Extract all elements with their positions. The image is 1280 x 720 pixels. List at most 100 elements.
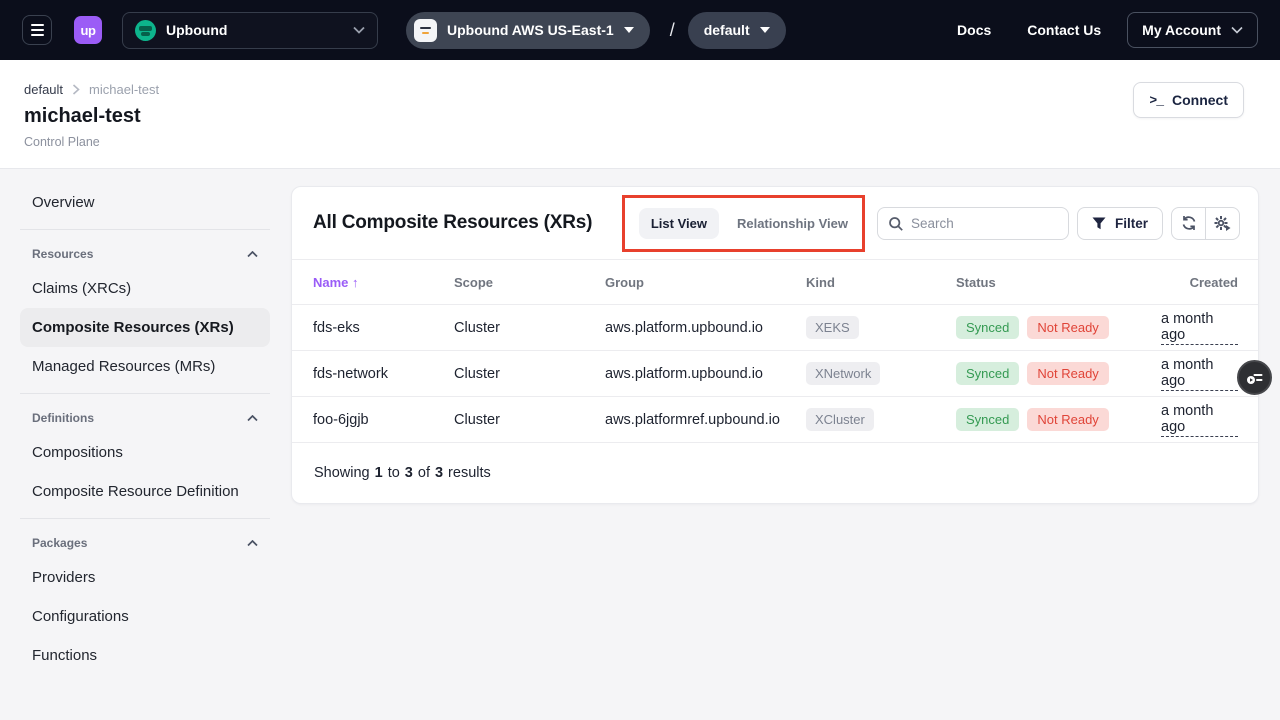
status-badge-not-ready: Not Ready [1027, 316, 1108, 339]
section-title: Definitions [32, 411, 94, 425]
table-row[interactable]: foo-6jgjb Cluster aws.platformref.upboun… [292, 397, 1258, 443]
breadcrumb-group[interactable]: default [24, 82, 63, 97]
created-timestamp[interactable]: a month ago [1161, 357, 1238, 391]
search-box [877, 207, 1069, 240]
sidebar: Overview Resources Claims (XRCs) Composi… [0, 169, 291, 720]
auto-refresh-settings-button[interactable] [1206, 208, 1239, 239]
page-title: michael-test [24, 105, 1280, 128]
sidebar-item-configurations[interactable]: Configurations [20, 597, 270, 636]
status-badge-not-ready: Not Ready [1027, 408, 1108, 431]
main-content: All Composite Resources (XRs) List View … [291, 169, 1280, 720]
divider [20, 518, 270, 519]
breadcrumb-controlplane: michael-test [89, 82, 159, 97]
hamburger-menu-button[interactable] [22, 15, 52, 45]
created-timestamp[interactable]: a month ago [1161, 403, 1238, 437]
column-header-scope[interactable]: Scope [454, 275, 605, 290]
sidebar-section-packages[interactable]: Packages [20, 526, 270, 558]
caret-down-icon [760, 27, 770, 33]
my-account-button[interactable]: My Account [1127, 12, 1258, 48]
column-header-group[interactable]: Group [605, 275, 806, 290]
cell-group: aws.platformref.upbound.io [605, 412, 806, 428]
cell-name[interactable]: foo-6jgjb [313, 412, 454, 428]
control-plane-selector[interactable]: Upbound AWS US-East-1 [406, 12, 650, 49]
annotation-box-view-toggle: List View Relationship View [622, 195, 865, 252]
chevron-up-icon [247, 251, 258, 258]
sidebar-item-claims[interactable]: Claims (XRCs) [20, 269, 270, 308]
column-header-status[interactable]: Status [956, 275, 1161, 290]
section-title: Packages [32, 536, 87, 550]
cell-scope: Cluster [454, 412, 605, 428]
results-to: 3 [405, 465, 413, 481]
results-total: 3 [435, 465, 443, 481]
filter-funnel-icon [1092, 217, 1106, 230]
cell-group: aws.platform.upbound.io [605, 320, 806, 336]
divider [20, 229, 270, 230]
refresh-button[interactable] [1172, 208, 1205, 239]
card-title: All Composite Resources (XRs) [313, 212, 592, 234]
sidebar-item-composite-resource-definition[interactable]: Composite Resource Definition [20, 472, 270, 511]
my-account-label: My Account [1142, 22, 1221, 38]
caret-down-icon [624, 27, 634, 33]
tab-relationship-view[interactable]: Relationship View [737, 208, 848, 239]
sidebar-item-managed-resources[interactable]: Managed Resources (MRs) [20, 347, 270, 386]
sidebar-section-resources[interactable]: Resources [20, 237, 270, 269]
column-header-kind[interactable]: Kind [806, 275, 956, 290]
filter-button[interactable]: Filter [1077, 207, 1163, 240]
feedback-widget-button[interactable] [1237, 360, 1272, 395]
kind-badge: XNetwork [806, 362, 880, 385]
organization-icon [135, 20, 156, 41]
hamburger-icon [31, 24, 44, 26]
gear-play-icon [1214, 215, 1231, 231]
chevron-right-icon [72, 84, 80, 95]
docs-link[interactable]: Docs [957, 22, 991, 38]
table-header-row: Name ↑ Scope Group Kind Status Created [292, 259, 1258, 305]
group-name: default [704, 22, 750, 38]
refresh-icon [1181, 215, 1197, 231]
sidebar-item-compositions[interactable]: Compositions [20, 433, 270, 472]
status-badge-synced: Synced [956, 362, 1019, 385]
connect-button[interactable]: >_ Connect [1133, 82, 1244, 118]
kind-badge: XCluster [806, 408, 874, 431]
terminal-icon: >_ [1149, 93, 1163, 108]
column-header-name[interactable]: Name ↑ [313, 275, 454, 290]
search-input[interactable] [878, 208, 1068, 239]
organization-selector[interactable]: Upbound [122, 12, 378, 49]
section-title: Resources [32, 247, 93, 261]
breadcrumb: default michael-test [24, 82, 1280, 97]
chevron-up-icon [247, 415, 258, 422]
cell-scope: Cluster [454, 366, 605, 382]
chevron-down-icon [1231, 26, 1243, 34]
table-actions [1171, 207, 1240, 240]
sidebar-item-composite-resources[interactable]: Composite Resources (XRs) [20, 308, 270, 347]
top-navigation-bar: up Upbound Upbound AWS US-East-1 / defau… [0, 0, 1280, 60]
cell-name[interactable]: fds-eks [313, 320, 454, 336]
table-row[interactable]: fds-network Cluster aws.platform.upbound… [292, 351, 1258, 397]
connect-label: Connect [1172, 92, 1228, 108]
tab-list-view[interactable]: List View [639, 208, 719, 239]
sidebar-item-functions[interactable]: Functions [20, 636, 270, 675]
page-subtitle: Control Plane [24, 135, 1280, 149]
table-row[interactable]: fds-eks Cluster aws.platform.upbound.io … [292, 305, 1258, 351]
page-body: Overview Resources Claims (XRCs) Composi… [0, 169, 1280, 720]
group-selector[interactable]: default [688, 12, 786, 49]
upbound-logo[interactable]: up [74, 16, 102, 44]
results-summary: Showing 1 to 3 of 3 results [292, 443, 1258, 503]
page-header: default michael-test michael-test Contro… [0, 60, 1280, 169]
divider [20, 393, 270, 394]
kind-badge: XEKS [806, 316, 859, 339]
cell-name[interactable]: fds-network [313, 366, 454, 382]
search-icon [888, 216, 904, 232]
filter-label: Filter [1115, 216, 1148, 231]
sidebar-item-providers[interactable]: Providers [20, 558, 270, 597]
sidebar-item-overview[interactable]: Overview [20, 183, 270, 222]
organization-name: Upbound [166, 22, 343, 38]
cell-group: aws.platform.upbound.io [605, 366, 806, 382]
record-list-icon [1246, 371, 1264, 385]
created-timestamp[interactable]: a month ago [1161, 311, 1238, 345]
contact-us-link[interactable]: Contact Us [1027, 22, 1101, 38]
chevron-down-icon [353, 26, 365, 34]
status-badge-not-ready: Not Ready [1027, 362, 1108, 385]
control-plane-icon [414, 19, 437, 42]
sidebar-section-definitions[interactable]: Definitions [20, 401, 270, 433]
column-header-created[interactable]: Created [1161, 275, 1238, 290]
